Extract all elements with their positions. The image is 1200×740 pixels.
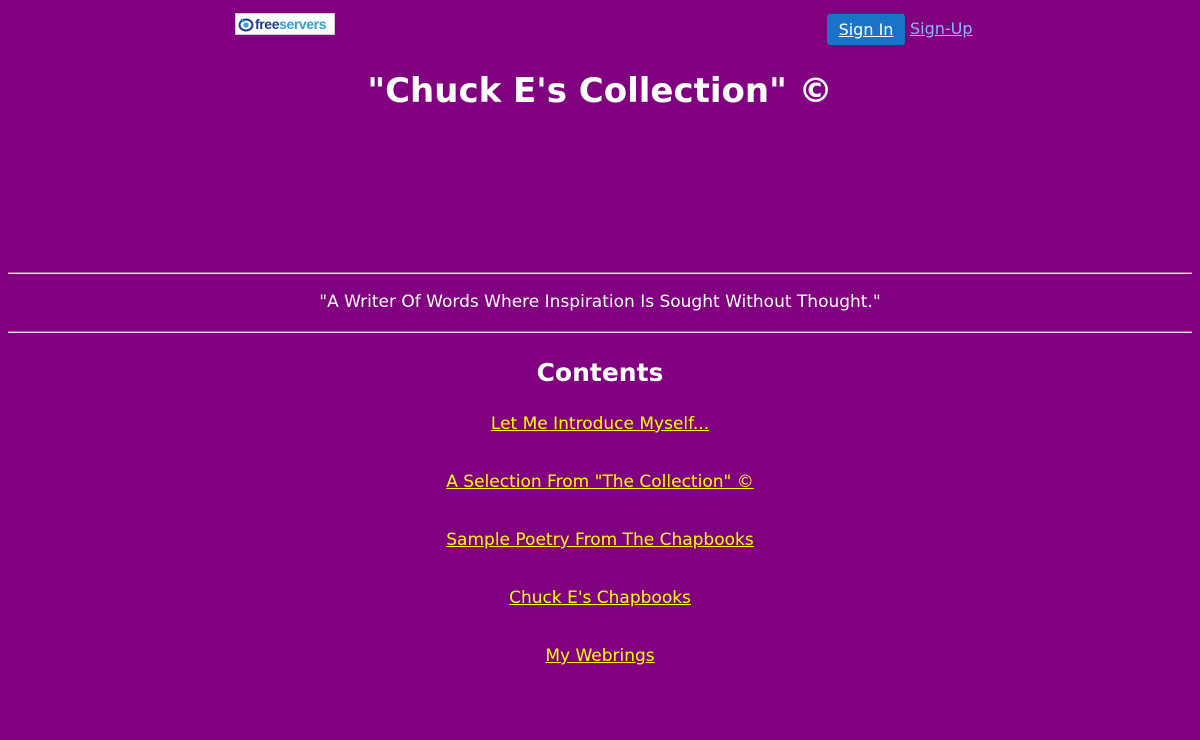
sign-in-button[interactable]: Sign In bbox=[827, 14, 905, 45]
logo-text-free: free bbox=[255, 16, 280, 32]
sign-up-link[interactable]: Sign-Up bbox=[910, 19, 973, 38]
link-selection-from-collection[interactable]: A Selection From "The Collection" © bbox=[446, 472, 753, 492]
list-item: Let Me Introduce Myself... bbox=[0, 412, 1200, 470]
link-webrings[interactable]: My Webrings bbox=[545, 646, 654, 666]
list-item: A Selection From "The Collection" © bbox=[0, 470, 1200, 528]
tagline: "A Writer Of Words Where Inspiration Is … bbox=[319, 292, 881, 312]
contents-heading: Contents bbox=[536, 358, 664, 387]
list-item: Chuck E's Chapbooks bbox=[0, 586, 1200, 644]
top-bar: freeservers Sign In Sign-Up bbox=[0, 0, 1200, 52]
list-item: Sample Poetry From The Chapbooks bbox=[0, 528, 1200, 586]
page-title: "Chuck E's Collection" © bbox=[367, 71, 833, 111]
link-chapbooks[interactable]: Chuck E's Chapbooks bbox=[509, 588, 691, 608]
list-item: My Webrings bbox=[0, 644, 1200, 702]
freeservers-logo[interactable]: freeservers bbox=[235, 13, 335, 35]
link-introduce-myself[interactable]: Let Me Introduce Myself... bbox=[491, 414, 709, 434]
logo-text-servers: servers bbox=[279, 16, 327, 32]
divider-top bbox=[8, 272, 1192, 274]
freeservers-eye-icon bbox=[238, 18, 254, 32]
link-sample-poetry[interactable]: Sample Poetry From The Chapbooks bbox=[446, 530, 753, 550]
divider-bottom bbox=[8, 331, 1192, 333]
contents-list: Let Me Introduce Myself... A Selection F… bbox=[0, 412, 1200, 702]
logo-text: freeservers bbox=[255, 16, 327, 32]
